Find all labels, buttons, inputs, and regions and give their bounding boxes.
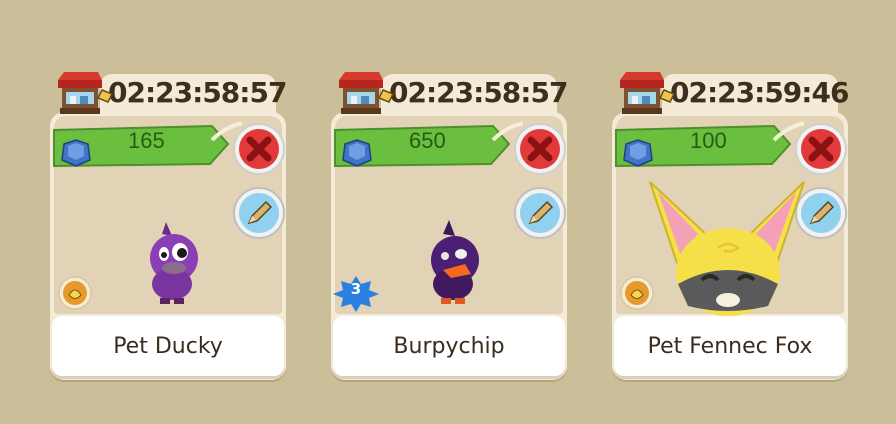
shop-stand-icon [339,72,395,114]
price-value: 100 [690,128,727,153]
price-value: 650 [409,128,446,153]
countdown-timer: 02:23:59:46 [670,76,849,109]
pet-name-plate: Burpychip [333,316,565,376]
price-value: 165 [128,128,165,153]
food-icon [58,276,92,310]
shop-stand-icon [58,72,114,114]
pet-fennec-fox-image [649,181,805,316]
sapphire-gem-icon [61,139,91,167]
close-icon[interactable] [513,122,567,176]
pencil-icon[interactable] [513,186,567,240]
pet-name: Burpychip [393,333,505,359]
close-icon[interactable] [794,122,848,176]
sapphire-gem-icon [623,139,653,167]
trade-card-burpychip[interactable]: 02:23:58:57 650 3 Burpychip [331,68,568,380]
pet-ducky-image [150,222,198,304]
trade-card-pet-fennec-fox[interactable]: 02:23:59:46 100 Pet Fennec Fox [612,68,849,380]
close-icon[interactable] [232,122,286,176]
pet-name: Pet Fennec Fox [647,333,813,359]
countdown-timer: 02:23:58:57 [389,76,568,109]
pencil-icon[interactable] [232,186,286,240]
sapphire-gem-icon [342,139,372,167]
food-icon [620,276,654,310]
pet-name: Pet Ducky [113,333,223,359]
pet-level: 3 [350,280,362,298]
pet-name-plate: Pet Ducky [52,316,284,376]
shop-stand-icon [620,72,676,114]
pet-name-plate: Pet Fennec Fox [614,316,846,376]
pet-burpychip-image [431,220,479,304]
trade-card-pet-ducky[interactable]: 02:23:58:57 165 Pet Ducky [50,68,287,380]
countdown-timer: 02:23:58:57 [108,76,287,109]
